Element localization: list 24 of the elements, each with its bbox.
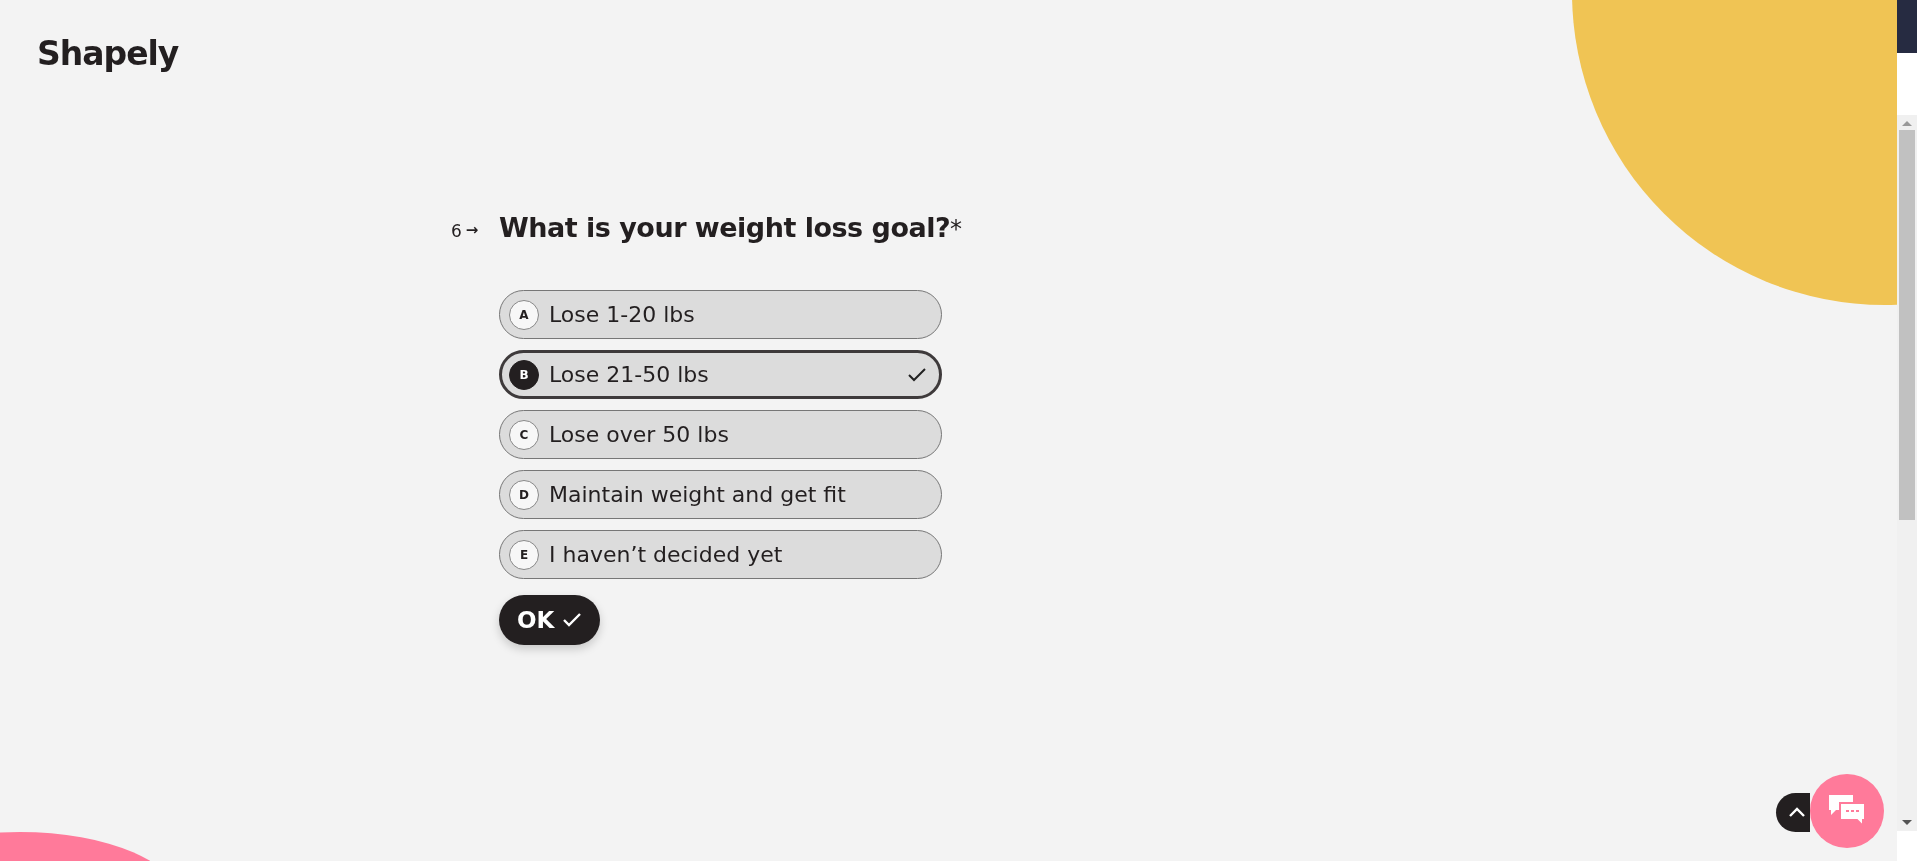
- arrow-icon: →: [465, 221, 479, 241]
- answer-option[interactable]: C Lose over 50 lbs: [499, 410, 942, 459]
- required-mark: *: [950, 215, 962, 243]
- question-number: 6: [451, 221, 462, 241]
- logo[interactable]: Shapely: [37, 34, 179, 73]
- browser-bar: [1897, 0, 1917, 53]
- answer-option[interactable]: E I haven’t decided yet: [499, 530, 942, 579]
- check-icon: [562, 612, 583, 628]
- scroll-to-top-button[interactable]: [1776, 793, 1810, 832]
- check-icon: [907, 366, 927, 383]
- option-key: C: [509, 419, 539, 450]
- scrollbar-thumb[interactable]: [1899, 130, 1915, 520]
- answer-option[interactable]: A Lose 1-20 lbs: [499, 290, 942, 339]
- question-title: What is your weight loss goal?: [499, 212, 951, 243]
- chevron-up-icon: [1788, 807, 1806, 818]
- scroll-down-icon[interactable]: [1901, 819, 1913, 827]
- option-key: E: [509, 539, 539, 570]
- answer-option[interactable]: D Maintain weight and get fit: [499, 470, 942, 519]
- answer-option[interactable]: B Lose 21-50 lbs: [499, 350, 942, 399]
- option-key: D: [509, 479, 539, 510]
- option-key: A: [509, 299, 539, 330]
- ok-button[interactable]: OK: [499, 595, 601, 645]
- option-key: B: [509, 359, 539, 390]
- scroll-up-icon[interactable]: [1901, 119, 1913, 127]
